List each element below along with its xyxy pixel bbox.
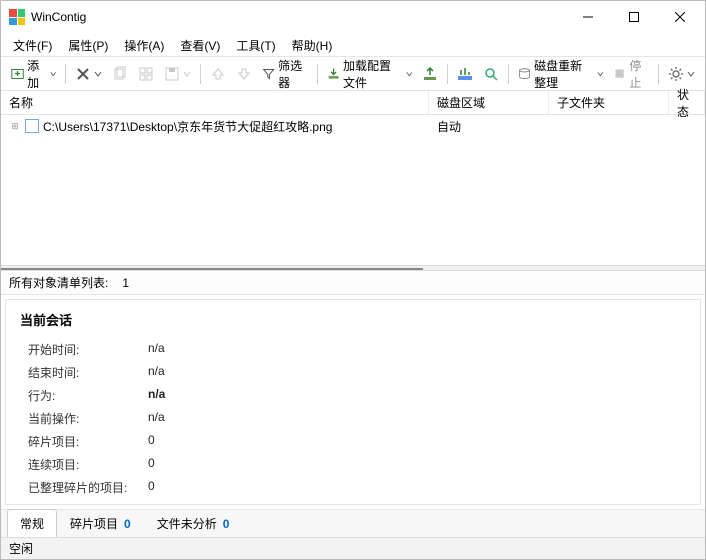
upload-icon (422, 66, 438, 82)
session-title: 当前会话 (20, 310, 686, 329)
file-icon (25, 119, 39, 133)
chevron-down-icon (687, 70, 695, 78)
tab-general[interactable]: 常规 (7, 509, 57, 537)
titlebar: WinContig (1, 1, 705, 33)
col-name[interactable]: 名称 (1, 91, 429, 114)
save-config-button[interactable] (418, 61, 442, 87)
list-header: 名称 磁盘区域 子文件夹 状态 (1, 91, 705, 115)
stop-icon (613, 66, 626, 82)
tab-fragments-count: 0 (124, 517, 131, 531)
session-cont-label: 连续项目: (28, 456, 148, 473)
cell-disk: 自动 (429, 118, 549, 135)
download-icon (327, 66, 340, 82)
col-status[interactable]: 状态 (669, 91, 705, 114)
chevron-down-icon (183, 70, 191, 78)
tab-unanalyzed[interactable]: 文件未分析 0 (144, 509, 243, 537)
save-button[interactable] (160, 61, 195, 87)
load-config-label: 加载配置文件 (343, 57, 403, 91)
disk-icon (518, 66, 531, 82)
analyze-icon (457, 66, 473, 82)
tree-expand-icon: ⊞ (9, 120, 21, 132)
chevron-down-icon (50, 70, 57, 78)
save-icon (164, 66, 180, 82)
session-pending-value: 0 (148, 502, 228, 505)
menu-view[interactable]: 查看(V) (172, 33, 228, 56)
menu-operate[interactable]: 操作(A) (116, 33, 172, 56)
delete-button[interactable] (71, 61, 106, 87)
toolbar: 添加 筛选器 加载配置文件 磁盘重新整理 停止 (1, 57, 705, 91)
filter-button[interactable]: 筛选器 (258, 61, 312, 87)
col-disk[interactable]: 磁盘区域 (429, 91, 549, 114)
menu-file[interactable]: 文件(F) (5, 33, 60, 56)
session-panel: 当前会话 开始时间: n/a 结束时间: n/a 行为: n/a 当前操作: n… (5, 299, 701, 505)
analyze-button[interactable] (453, 61, 477, 87)
tab-general-label: 常规 (20, 515, 44, 532)
menu-property[interactable]: 属性(P) (60, 33, 116, 56)
gear-icon (668, 66, 684, 82)
disk-rearrange-button[interactable]: 磁盘重新整理 (514, 61, 607, 87)
disk-rearrange-label: 磁盘重新整理 (534, 57, 594, 91)
statusbar: 空闲 (1, 537, 705, 559)
file-path: C:\Users\17371\Desktop\京东年货节大促超红攻略.png (43, 118, 332, 135)
grid-button[interactable] (134, 61, 158, 87)
down-icon (236, 66, 252, 82)
splitter[interactable] (1, 265, 705, 271)
up-button[interactable] (206, 61, 230, 87)
session-current-value: n/a (148, 410, 228, 427)
session-behavior-value: n/a (148, 387, 228, 404)
session-done-label: 已整理碎片的项目: (28, 479, 148, 496)
list-item[interactable]: ⊞ C:\Users\17371\Desktop\京东年货节大促超红攻略.png… (1, 115, 705, 137)
up-icon (210, 66, 226, 82)
bottom-tabs: 常规 碎片项目 0 文件未分析 0 (1, 509, 705, 537)
session-done-value: 0 (148, 479, 228, 496)
add-icon (11, 66, 24, 82)
close-button[interactable] (657, 2, 703, 32)
stop-button[interactable]: 停止 (609, 61, 653, 87)
app-icon (9, 9, 25, 25)
maximize-button[interactable] (611, 2, 657, 32)
session-behavior-label: 行为: (28, 387, 148, 404)
copy-button[interactable] (108, 61, 132, 87)
filter-label: 筛选器 (278, 57, 308, 91)
delete-icon (75, 66, 91, 82)
chevron-down-icon (597, 70, 604, 78)
status-text: 空闲 (9, 540, 33, 557)
tab-fragments[interactable]: 碎片项目 0 (57, 509, 144, 537)
file-list[interactable]: ⊞ C:\Users\17371\Desktop\京东年货节大促超红攻略.png… (1, 115, 705, 265)
menu-tools[interactable]: 工具(T) (228, 33, 283, 56)
session-end-label: 结束时间: (28, 364, 148, 381)
window-title: WinContig (31, 10, 86, 24)
stop-label: 停止 (629, 57, 649, 91)
filter-icon (262, 66, 275, 82)
menubar: 文件(F) 属性(P) 操作(A) 查看(V) 工具(T) 帮助(H) (1, 33, 705, 57)
session-frag-label: 碎片项目: (28, 433, 148, 450)
session-cont-value: 0 (148, 456, 228, 473)
search-icon (483, 66, 499, 82)
count-value: 1 (122, 276, 129, 290)
session-start-label: 开始时间: (28, 341, 148, 358)
session-end-value: n/a (148, 364, 228, 381)
minimize-button[interactable] (565, 2, 611, 32)
count-label: 所有对象清单列表: (9, 274, 108, 291)
tab-unanalyzed-label: 文件未分析 (157, 515, 217, 532)
load-config-button[interactable]: 加载配置文件 (323, 61, 416, 87)
session-frag-value: 0 (148, 433, 228, 450)
down-button[interactable] (232, 61, 256, 87)
grid-icon (138, 66, 154, 82)
tab-fragments-label: 碎片项目 (70, 515, 118, 532)
add-label: 添加 (27, 57, 47, 91)
session-start-value: n/a (148, 341, 228, 358)
tab-unanalyzed-count: 0 (223, 517, 230, 531)
chevron-down-icon (406, 70, 413, 78)
search-button[interactable] (479, 61, 503, 87)
session-pending-label: 未处理的项目: (28, 502, 148, 505)
col-sub[interactable]: 子文件夹 (549, 91, 669, 114)
copy-icon (112, 66, 128, 82)
count-bar: 所有对象清单列表: 1 (1, 271, 705, 295)
menu-help[interactable]: 帮助(H) (284, 33, 341, 56)
chevron-down-icon (94, 70, 102, 78)
session-current-label: 当前操作: (28, 410, 148, 427)
add-button[interactable]: 添加 (7, 61, 60, 87)
settings-button[interactable] (664, 61, 699, 87)
